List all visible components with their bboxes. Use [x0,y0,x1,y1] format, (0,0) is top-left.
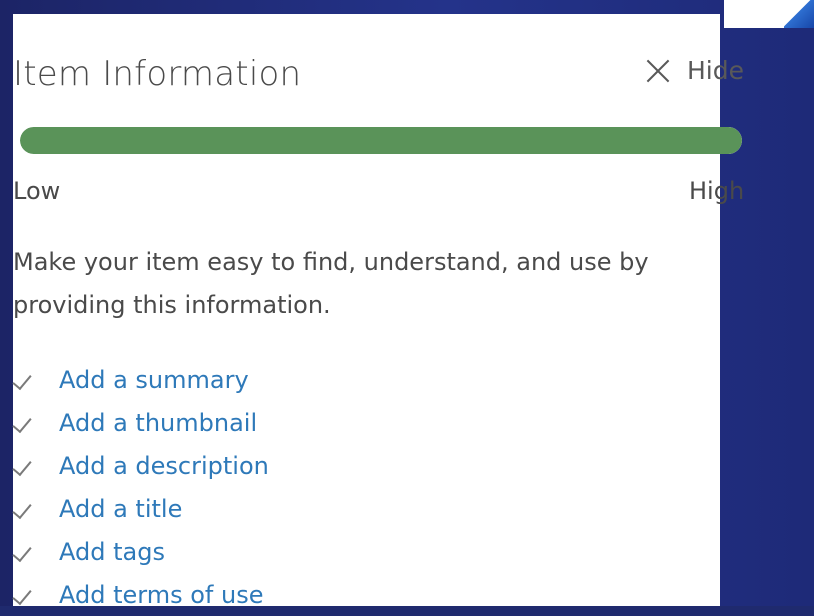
add-tags-link[interactable]: Add tags [59,538,165,566]
hide-label: Hide [687,56,744,85]
list-item: Add tags [13,530,269,573]
hide-button[interactable]: Hide [645,56,744,85]
checkmark-icon [13,498,35,520]
corner-logo-graphic [724,0,814,28]
meter-high-label: High [689,177,745,205]
add-thumbnail-link[interactable]: Add a thumbnail [59,409,257,437]
close-icon [645,58,671,84]
item-information-panel: Item Information Hide Low High Make your… [13,14,744,609]
checklist: Add a summary Add a thumbnail Add a desc… [13,358,269,616]
add-terms-of-use-link[interactable]: Add terms of use [59,581,263,609]
checkmark-icon [13,455,35,477]
add-summary-link[interactable]: Add a summary [59,366,249,394]
list-item: Add a description [13,444,269,487]
list-item: Add a summary [13,358,269,401]
list-item: Add terms of use [13,573,269,616]
checkmark-icon [13,541,35,563]
checkmark-icon [13,584,35,606]
list-item: Add a title [13,487,269,530]
meter-low-label: Low [13,177,61,205]
checkmark-icon [13,412,35,434]
list-item: Add a thumbnail [13,401,269,444]
checkmark-icon [13,369,35,391]
add-description-link[interactable]: Add a description [59,452,269,480]
panel-title: Item Information [13,54,302,94]
add-title-link[interactable]: Add a title [59,495,182,523]
panel-description: Make your item easy to find, understand,… [13,248,649,319]
information-meter [20,127,742,154]
meter-fill [20,127,742,154]
